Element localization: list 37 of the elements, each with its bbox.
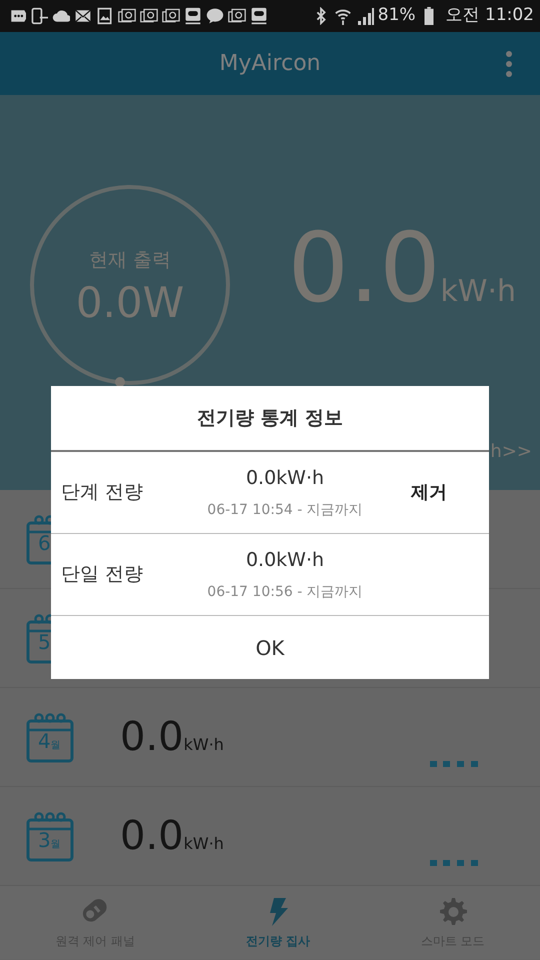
image-icon — [96, 7, 114, 25]
more-dash-icon — [430, 859, 478, 867]
ok-button[interactable]: OK — [51, 616, 489, 679]
remove-button[interactable]: 제거 — [394, 478, 464, 507]
clock: 오전 11:02 — [446, 4, 534, 28]
phone-icon — [30, 7, 48, 25]
app-title: MyAircon — [219, 50, 321, 78]
month-energy-value: 0.0 kW·h — [120, 816, 224, 856]
stat-period: 06-17 10:56 - 지금까지 — [207, 583, 363, 602]
more-dash-icon — [430, 760, 478, 768]
energy-unit: kW·h — [440, 273, 516, 311]
nav-tab[interactable]: 전기량 집사 — [190, 886, 366, 959]
month-energy-value: 0.0 kW·h — [120, 717, 224, 757]
month-label: 6 — [38, 533, 51, 553]
signal-icon — [356, 7, 374, 25]
battery-level: 81% — [378, 4, 416, 28]
chat-app-icon — [184, 7, 202, 25]
calendar-icon — [26, 810, 74, 862]
wifi-icon — [334, 7, 352, 25]
more-menu-icon[interactable] — [505, 50, 513, 78]
month-label: 4월 — [38, 731, 61, 751]
gauge-value: 0.0W — [76, 282, 184, 324]
stat-label: 단일 전량 — [61, 562, 144, 588]
month-label: 3월 — [38, 830, 61, 850]
mail-icon — [74, 7, 92, 25]
stat-label: 단계 전량 — [61, 480, 144, 506]
stat-period: 06-17 10:54 - 지금까지 — [207, 501, 363, 520]
dialog-title: 전기량 통계 정보 — [51, 386, 489, 452]
stat-value: 0.0kW·h — [246, 548, 324, 573]
total-energy-value: 0.0 — [288, 220, 440, 316]
calendar-icon — [26, 711, 74, 763]
speech-bubble-icon — [206, 7, 224, 25]
month-label: 5 — [38, 632, 51, 652]
chat-app-icon — [250, 7, 268, 25]
history-link[interactable]: h>> — [490, 438, 532, 465]
stat-value: 0.0kW·h — [246, 466, 324, 491]
gauge-label: 현재 출력 — [88, 248, 172, 273]
